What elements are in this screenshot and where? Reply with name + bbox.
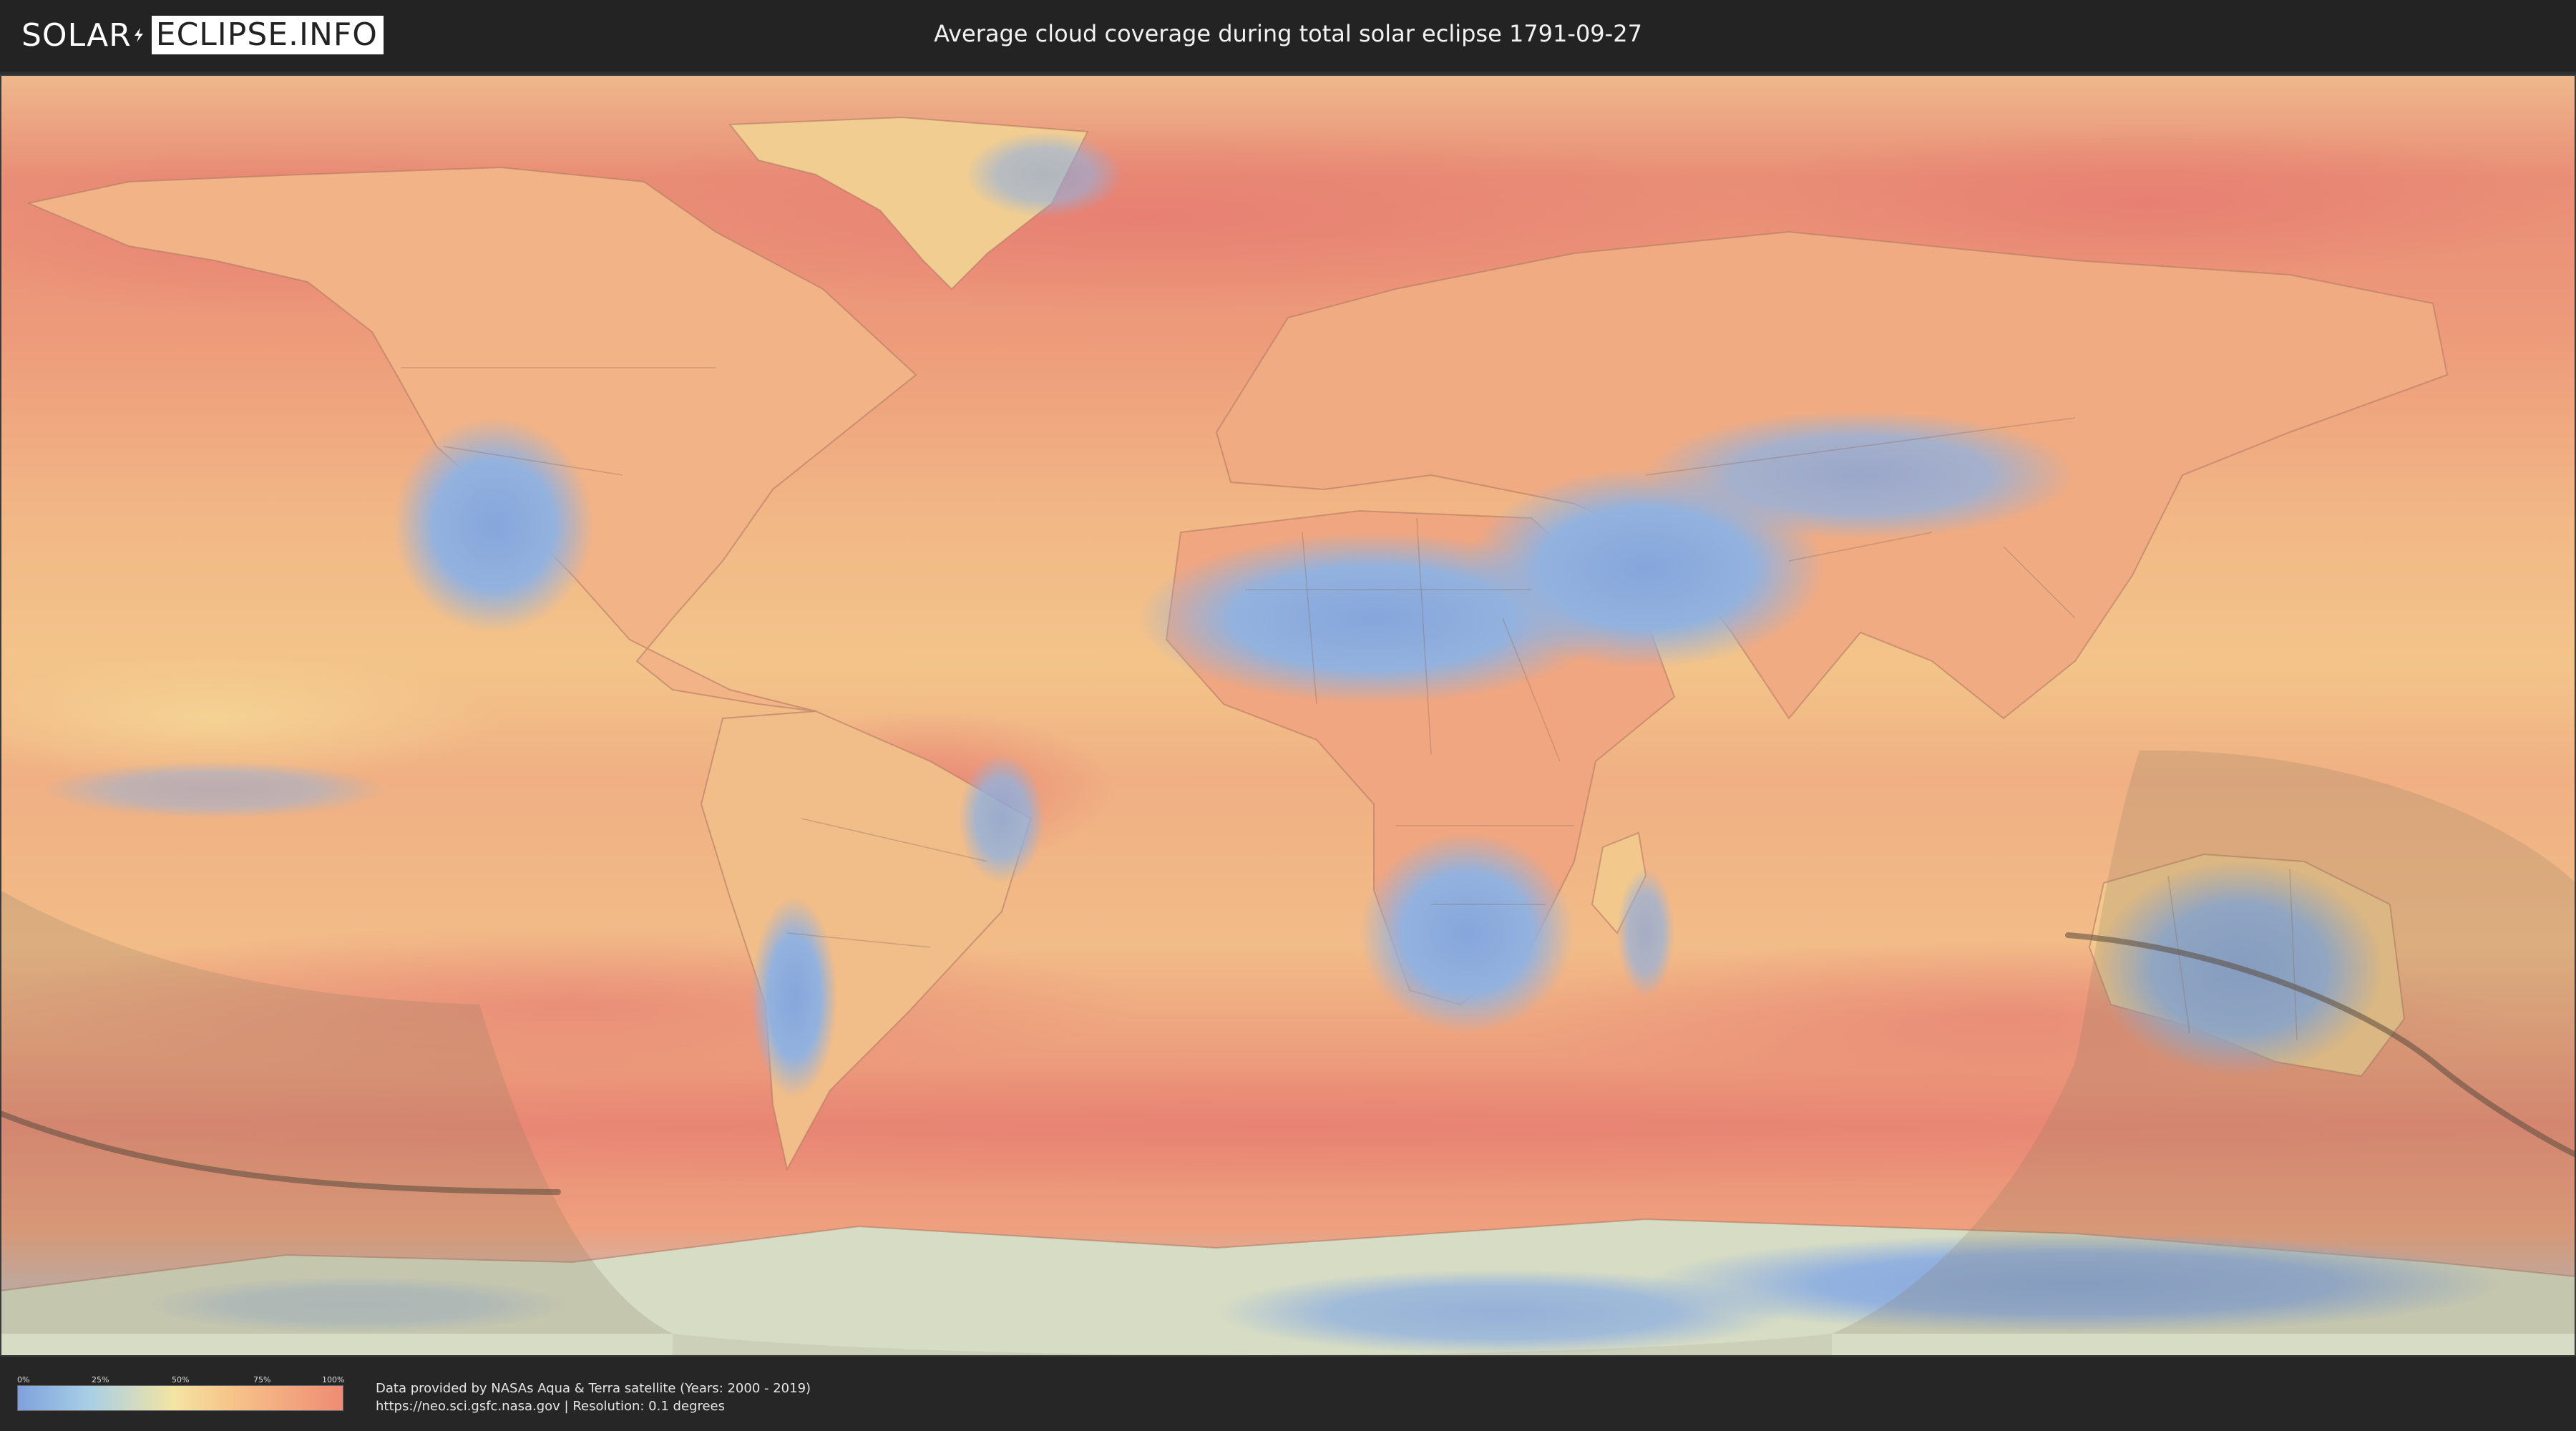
legend-tick-75: 75% [253, 1375, 271, 1384]
legend-tick-25: 25% [92, 1375, 109, 1384]
color-legend: 0% 25% 50% 75% 100% [17, 1375, 345, 1411]
page-title: Average cloud coverage during total sola… [934, 20, 1642, 47]
legend-tick-0: 0% [17, 1375, 30, 1384]
data-credits: Data provided by NASAs Aqua & Terra sate… [376, 1379, 811, 1415]
credits-line-2[interactable]: https://neo.sci.gsfc.nasa.gov | Resoluti… [376, 1397, 811, 1415]
cloud-coverage-map[interactable] [0, 74, 2576, 1357]
legend-ticks: 0% 25% 50% 75% 100% [17, 1375, 345, 1385]
header-bar: SOLAR ECLIPSE.INFO Average cloud coverag… [0, 0, 2576, 74]
credits-line-1: Data provided by NASAs Aqua & Terra sate… [376, 1381, 811, 1396]
legend-tick-100: 100% [322, 1375, 345, 1384]
legend-gradient-bar [17, 1385, 343, 1411]
legend-tick-50: 50% [172, 1375, 190, 1384]
